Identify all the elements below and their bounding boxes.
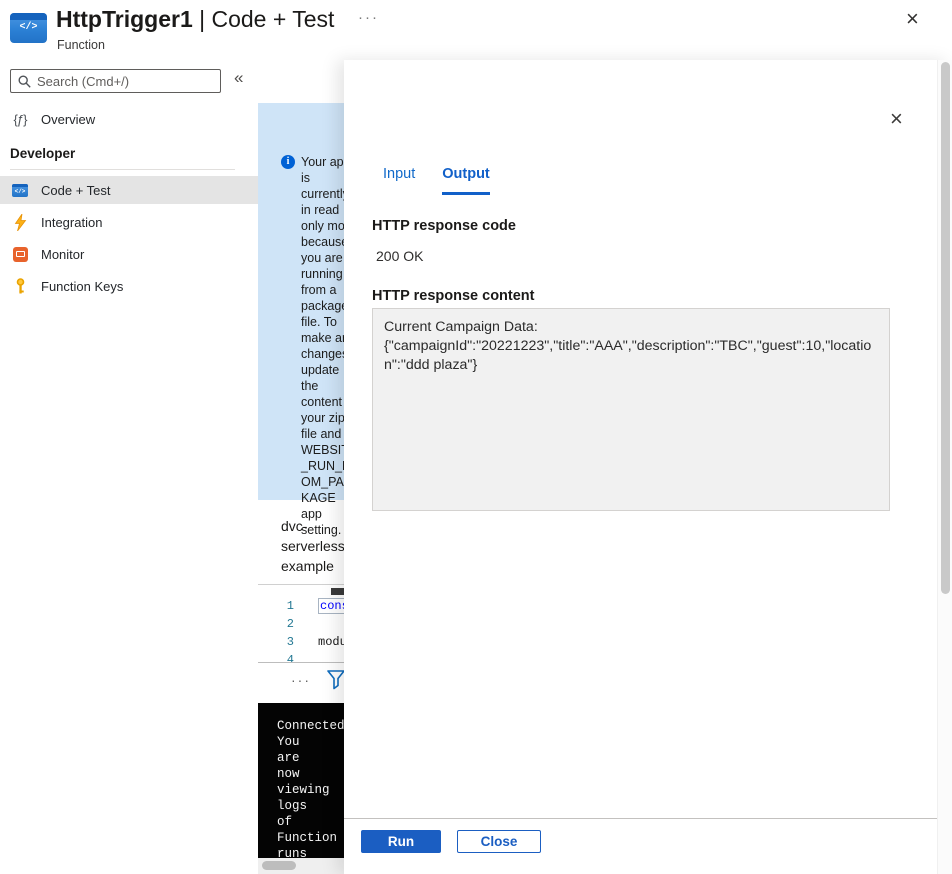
- page-subtitle: Function: [57, 38, 105, 52]
- page-title-function-name: HttpTrigger1: [56, 6, 193, 32]
- editor-scrollbar-thumb[interactable]: [331, 588, 344, 595]
- sidebar-item-label: Function Keys: [41, 279, 123, 294]
- function-app-icon: </>: [10, 13, 47, 43]
- panel-scrollbar-thumb[interactable]: [941, 62, 950, 594]
- panel-footer-divider: [344, 818, 938, 819]
- panel-close-icon[interactable]: ×: [890, 108, 903, 130]
- code-test-icon: </>: [11, 184, 29, 197]
- page-title: HttpTrigger1 | Code + Test: [56, 6, 334, 33]
- search-icon: [18, 75, 31, 88]
- lightning-icon: [11, 214, 29, 231]
- line-number: 2: [258, 617, 294, 631]
- sidebar-search[interactable]: [10, 69, 221, 93]
- console-hscrollbar[interactable]: [258, 858, 344, 874]
- blade-close-icon[interactable]: ×: [906, 8, 919, 30]
- http-response-code-value: 200 OK: [376, 248, 423, 264]
- run-button[interactable]: Run: [361, 830, 441, 853]
- key-icon: [11, 278, 29, 295]
- panel-scrollbar[interactable]: [937, 60, 952, 874]
- monitor-icon: [11, 247, 29, 262]
- sidebar-item-function-keys[interactable]: Function Keys: [0, 272, 258, 300]
- line-number: 3: [258, 635, 294, 649]
- readonly-info-banner: i Your app is currently in read only mod…: [258, 103, 344, 500]
- sidebar-item-code-test[interactable]: </> Code + Test: [0, 176, 258, 204]
- code-line: 1 const: [258, 597, 344, 615]
- editor-divider-bottom: [258, 662, 344, 663]
- code-line: 2: [258, 615, 344, 633]
- tab-output[interactable]: Output: [442, 166, 490, 195]
- sidebar-item-integration[interactable]: Integration: [0, 208, 258, 236]
- code-editor[interactable]: 1 const 2 3 module 4: [258, 586, 344, 662]
- sidebar-item-monitor[interactable]: Monitor: [0, 240, 258, 268]
- logs-console[interactable]: Connected! You are now viewing logs of F…: [258, 703, 344, 858]
- code-token-keyword: const: [318, 598, 344, 614]
- search-input[interactable]: [37, 74, 213, 89]
- http-response-code-label: HTTP response code: [372, 218, 516, 234]
- sidebar-item-label: Monitor: [41, 247, 84, 262]
- code-line: 4: [258, 651, 344, 662]
- sidebar-item-overview[interactable]: {ƒ} Overview: [0, 105, 258, 133]
- console-line: Connected!: [277, 718, 344, 734]
- console-text: You are now viewing logs of Function run…: [277, 734, 307, 862]
- line-number: 4: [258, 653, 294, 662]
- editor-divider-top: [258, 584, 344, 585]
- sidebar-item-label: Code + Test: [41, 183, 111, 198]
- test-panel-tabs: Input Output: [383, 166, 490, 195]
- page-title-view-name: | Code + Test: [193, 6, 335, 32]
- logs-more-icon[interactable]: ···: [291, 672, 311, 688]
- function-app-breadcrumb: dvc-serverless example: [281, 516, 344, 576]
- sidebar-collapse-icon[interactable]: «: [234, 68, 243, 88]
- sidebar-divider: [10, 169, 235, 170]
- tab-input[interactable]: Input: [383, 166, 415, 195]
- http-response-content-label: HTTP response content: [372, 288, 534, 304]
- editor-column: i Your app is currently in read only mod…: [258, 60, 344, 874]
- http-response-content-box[interactable]: Current Campaign Data: {"campaignId":"20…: [372, 308, 890, 511]
- overview-icon: {ƒ}: [11, 112, 29, 127]
- readonly-banner-text: Your app is currently in read only mode …: [301, 154, 344, 538]
- filter-icon[interactable]: [327, 670, 344, 695]
- info-icon: i: [281, 155, 295, 169]
- azure-function-code-test-screen: </> HttpTrigger1 | Code + Test Function …: [0, 0, 952, 874]
- code-line: 3 module: [258, 633, 344, 651]
- close-button[interactable]: Close: [457, 830, 541, 853]
- console-hscrollbar-thumb[interactable]: [262, 861, 296, 870]
- function-app-icon-bar: [10, 13, 47, 20]
- code-token: module: [318, 635, 344, 649]
- header-more-icon[interactable]: ···: [358, 9, 379, 26]
- sidebar-item-label: Overview: [41, 112, 95, 127]
- test-output-panel: × Input Output HTTP response code 200 OK…: [344, 60, 952, 874]
- sidebar-section-developer: Developer: [10, 146, 75, 161]
- code-brackets-icon: </>: [10, 22, 47, 33]
- line-number: 1: [258, 599, 294, 613]
- sidebar-item-label: Integration: [41, 215, 102, 230]
